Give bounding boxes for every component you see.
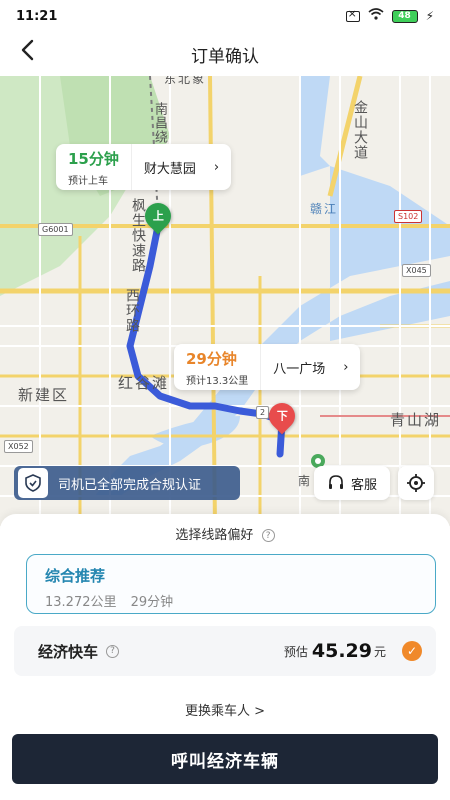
road-tag-x052: X052 bbox=[4, 440, 33, 453]
chevron-left-icon bbox=[21, 39, 34, 61]
map-label-nanchang: 南昌绕 bbox=[152, 102, 167, 144]
pickup-note: 预计上车 bbox=[68, 175, 108, 187]
locate-button[interactable] bbox=[398, 466, 434, 500]
price-value: 45.29 bbox=[311, 640, 372, 662]
map-label-jinshan: 金山大道 bbox=[352, 100, 368, 160]
change-passenger-link[interactable]: 更换乘车人 > bbox=[0, 700, 450, 719]
wifi-icon bbox=[368, 8, 384, 24]
pickup-eta-block: 15分钟 预计上车 bbox=[56, 144, 132, 190]
back-button[interactable] bbox=[18, 38, 50, 70]
map-label-fengsheng: 枫生快速路 bbox=[130, 198, 146, 273]
shield-icon bbox=[18, 468, 48, 498]
map-label-river: 赣江 bbox=[310, 202, 339, 216]
call-car-button[interactable]: 呼叫经济车辆 bbox=[12, 734, 438, 784]
check-icon[interactable]: ✓ bbox=[402, 641, 422, 661]
road-tag-s102: S102 bbox=[394, 210, 423, 223]
route-option-selected[interactable]: 综合推荐 13.272公里 29分钟 bbox=[26, 554, 436, 614]
map-label-qingshanhu: 青山湖 bbox=[390, 411, 442, 429]
route-option-name: 综合推荐 bbox=[45, 567, 106, 585]
map-label-xinjian: 新建区 bbox=[18, 386, 70, 404]
trip-eta: 29分钟 bbox=[186, 349, 237, 368]
locate-icon bbox=[407, 474, 425, 492]
route-preference-title: 选择线路偏好 bbox=[175, 528, 254, 543]
map-label-xihuan: 西环路 bbox=[124, 288, 140, 333]
pickup-bubble[interactable]: 15分钟 预计上车 财大慧园 › bbox=[56, 144, 232, 190]
customer-service-button[interactable]: 客服 bbox=[314, 466, 390, 500]
price-estimate-label: 预估 bbox=[283, 644, 308, 659]
route-option-duration: 29分钟 bbox=[130, 595, 174, 610]
status-time: 11:21 bbox=[16, 8, 58, 24]
pickup-place-block: 财大慧园 › bbox=[132, 144, 231, 190]
route-preference-header: 选择线路偏好 ? bbox=[0, 524, 450, 543]
compliance-banner[interactable]: 司机已全部完成合规认证 bbox=[14, 466, 240, 500]
map-label-south: 南 bbox=[298, 474, 313, 488]
road-tag-x045: X045 bbox=[402, 264, 431, 277]
battery-icon: 48 bbox=[391, 9, 418, 23]
trip-place-block: 八一广场 › bbox=[261, 344, 360, 390]
chevron-right-icon: › bbox=[213, 159, 220, 175]
road-tag-2: 2 bbox=[256, 406, 270, 419]
trip-eta-block: 29分钟 预计13.3公里 bbox=[174, 344, 262, 390]
nav-bar: 订单确认 bbox=[0, 32, 450, 76]
pickup-eta: 15分钟 bbox=[68, 149, 119, 168]
map-label-top: 东北象 bbox=[164, 76, 207, 86]
charging-icon: ⚡ bbox=[425, 9, 434, 23]
page-title: 订单确认 bbox=[191, 46, 259, 67]
route-option-meta: 13.272公里 29分钟 bbox=[45, 591, 417, 610]
road-tag-g6001: G6001 bbox=[38, 223, 73, 236]
pickup-place: 财大慧园 bbox=[143, 161, 196, 177]
price-unit: 元 bbox=[373, 644, 386, 659]
map-view[interactable]: 东北象 南昌绕 金山大道 枫生快速路 西环路 赣江 新建区 红谷滩 青山湖 南 … bbox=[0, 76, 450, 526]
trip-place: 八一广场 bbox=[273, 361, 326, 377]
car-type-row[interactable]: 经济快车 ? 预估 45.29 元 ✓ bbox=[14, 626, 436, 676]
pickup-pin-label: 上 bbox=[152, 210, 164, 223]
trip-distance-note: 预计13.3公里 bbox=[186, 375, 249, 387]
trip-bubble[interactable]: 29分钟 预计13.3公里 八一广场 › bbox=[174, 344, 361, 390]
map-label-honggutan: 红谷滩 bbox=[118, 374, 170, 392]
car-type-name: 经济快车 bbox=[38, 642, 99, 661]
route-option-distance: 13.272公里 bbox=[45, 595, 117, 610]
headset-icon bbox=[328, 475, 343, 489]
chevron-right-icon: › bbox=[343, 359, 349, 375]
sim-icon bbox=[345, 7, 360, 22]
dropoff-pin-label: 下 bbox=[276, 410, 288, 423]
compliance-text: 司机已全部完成合规认证 bbox=[58, 477, 202, 493]
order-sheet: 选择线路偏好 ? 综合推荐 13.272公里 29分钟 经济快车 ? 预估 45… bbox=[0, 514, 450, 800]
customer-service-label: 客服 bbox=[350, 477, 377, 493]
help-icon[interactable]: ? bbox=[261, 529, 275, 542]
status-icons: 48 ⚡ bbox=[345, 7, 434, 24]
help-icon[interactable]: ? bbox=[106, 644, 120, 658]
status-bar: 11:21 48 ⚡ bbox=[0, 0, 450, 32]
